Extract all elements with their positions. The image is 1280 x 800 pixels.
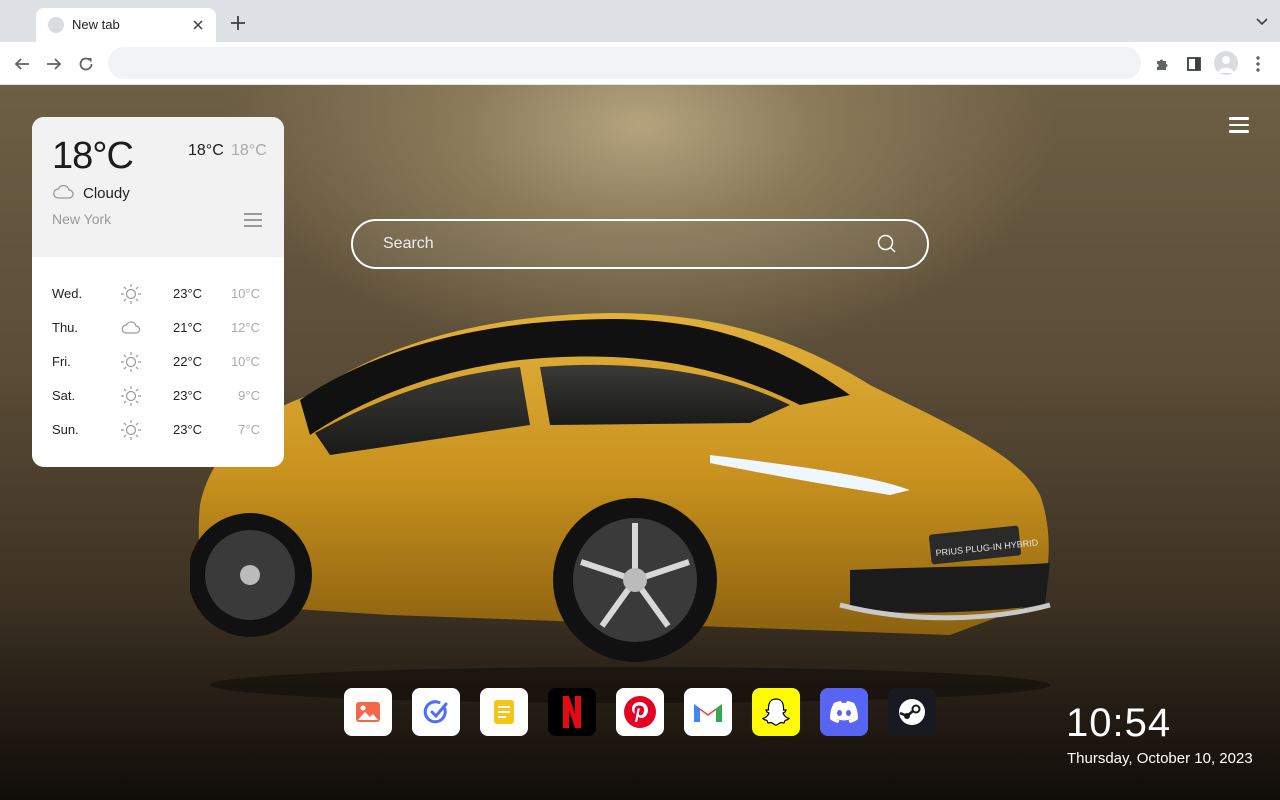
- side-panel-icon[interactable]: [1182, 52, 1206, 76]
- tasks-icon: [423, 699, 449, 725]
- app-shortcut-photos[interactable]: [344, 688, 392, 736]
- weather-widget: 18°C 18°C 18°C Cloudy New York Wed. 23°C 1…: [32, 117, 284, 467]
- forward-icon[interactable]: [42, 52, 66, 76]
- browser-menu-icon[interactable]: [1246, 52, 1270, 76]
- extensions-icon[interactable]: [1150, 52, 1174, 76]
- new-tab-page: PRIUS PLUG-IN HYBRID 18°C 18°C 18°C Clou…: [0, 85, 1280, 800]
- gmail-icon: [692, 700, 724, 724]
- weather-forecast: Wed. 23°C 10°C Thu. 21°C 12°C Fri. 22°C 10°C Sat.…: [32, 277, 284, 447]
- search-icon[interactable]: [877, 234, 897, 254]
- address-bar[interactable]: [108, 47, 1141, 79]
- app-shortcut-pinterest[interactable]: [616, 688, 664, 736]
- app-shortcut-snapchat[interactable]: [752, 688, 800, 736]
- forecast-low: 10°C: [230, 286, 260, 301]
- app-shortcut-notes[interactable]: [480, 688, 528, 736]
- forecast-high: 23°C: [173, 286, 203, 301]
- forecast-low: 12°C: [230, 320, 260, 335]
- browser-toolbar: [0, 42, 1280, 85]
- app-shortcut-discord[interactable]: [820, 688, 868, 736]
- tab-strip: New tab: [0, 0, 1280, 42]
- tab-title: New tab: [72, 17, 120, 32]
- today-low-temperature: 18°C: [231, 142, 267, 159]
- cloud-icon: [120, 317, 142, 339]
- forecast-low: 10°C: [230, 354, 260, 369]
- new-tab-button[interactable]: [226, 11, 250, 35]
- forecast-low: 7°C: [238, 422, 260, 437]
- tab-search-icon[interactable]: [1254, 14, 1270, 30]
- forecast-day: Thu.: [52, 320, 79, 335]
- app-shortcut-netflix[interactable]: [548, 688, 596, 736]
- clock-date: Thursday, October 10, 2023: [1067, 750, 1253, 767]
- weather-current: 18°C 18°C 18°C Cloudy New York: [32, 117, 284, 257]
- sun-icon: [120, 419, 142, 441]
- page-menu-icon[interactable]: [1229, 117, 1249, 133]
- car-wallpaper-image: PRIUS PLUG-IN HYBRID: [190, 313, 1051, 703]
- forecast-day: Fri.: [52, 354, 71, 369]
- photos-icon: [355, 701, 381, 723]
- app-dock: [344, 688, 936, 736]
- forecast-high: 21°C: [173, 320, 203, 335]
- forecast-row: Sun. 23°C 7°C: [32, 413, 284, 447]
- app-shortcut-tasks[interactable]: [412, 688, 460, 736]
- sun-icon: [120, 351, 142, 373]
- forecast-high: 23°C: [173, 388, 203, 403]
- tab-favicon-icon: [48, 17, 64, 33]
- weather-menu-icon[interactable]: [244, 213, 262, 229]
- sun-icon: [120, 385, 142, 407]
- forecast-row: Thu. 21°C 12°C: [32, 311, 284, 345]
- weather-condition: Cloudy: [83, 185, 130, 202]
- steam-icon: [898, 698, 926, 726]
- forecast-low: 9°C: [238, 388, 260, 403]
- search-box: [351, 219, 929, 269]
- search-input[interactable]: [383, 221, 863, 267]
- forecast-day: Sat.: [52, 388, 76, 403]
- netflix-icon: [561, 696, 583, 728]
- sun-icon: [120, 283, 142, 305]
- forecast-row: Wed. 23°C 10°C: [32, 277, 284, 311]
- weather-city: New York: [52, 211, 112, 227]
- forecast-day: Sun.: [52, 422, 79, 437]
- reload-icon[interactable]: [74, 52, 98, 76]
- today-high-temperature: 18°C: [188, 142, 224, 159]
- close-tab-icon[interactable]: [188, 15, 208, 35]
- forecast-high: 23°C: [173, 422, 203, 437]
- back-icon[interactable]: [10, 52, 34, 76]
- forecast-day: Wed.: [52, 286, 83, 301]
- app-shortcut-steam[interactable]: [888, 688, 936, 736]
- cloud-icon: [53, 184, 74, 199]
- pinterest-icon: [623, 695, 657, 729]
- discord-icon: [828, 700, 860, 724]
- forecast-row: Sat. 23°C 9°C: [32, 379, 284, 413]
- profile-avatar-icon[interactable]: [1214, 51, 1238, 75]
- forecast-row: Fri. 22°C 10°C: [32, 345, 284, 379]
- snapchat-icon: [761, 697, 791, 727]
- clock-time: 10:54: [1066, 701, 1172, 745]
- app-shortcut-gmail[interactable]: [684, 688, 732, 736]
- tab-new-tab[interactable]: New tab: [36, 8, 216, 42]
- notes-icon: [493, 699, 515, 725]
- forecast-high: 22°C: [173, 354, 203, 369]
- current-temperature: 18°C: [52, 135, 134, 177]
